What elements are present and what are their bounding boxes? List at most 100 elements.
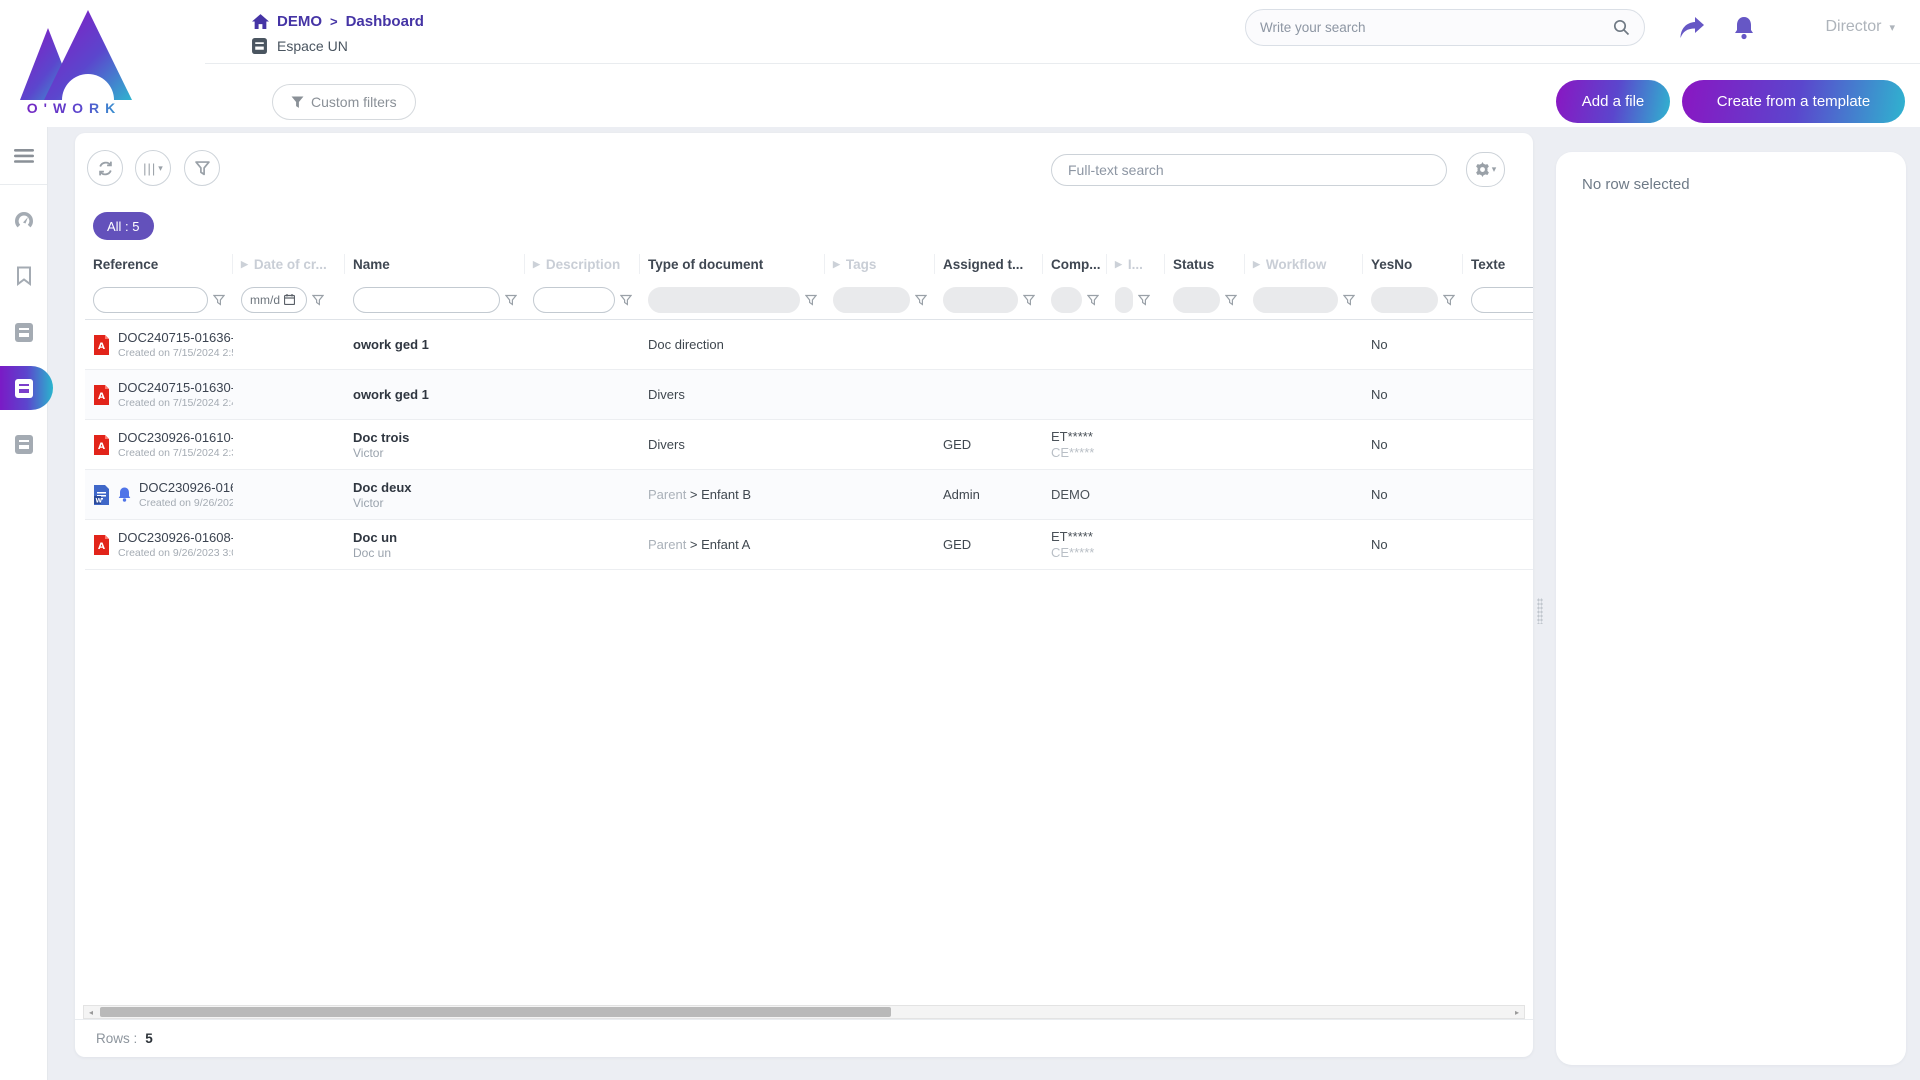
col-header-status[interactable]: Status (1165, 254, 1245, 274)
filter-yesno-input[interactable] (1371, 287, 1438, 313)
filter-description-input[interactable] (533, 287, 615, 313)
add-file-button[interactable]: Add a file (1556, 80, 1670, 123)
sidebar-item-dashboard[interactable] (0, 203, 48, 237)
notifications-button[interactable] (1728, 12, 1760, 44)
expand-column-icon[interactable]: ▶ (833, 259, 840, 270)
col-header-texte[interactable]: Texte (1463, 254, 1533, 274)
scroll-left-icon[interactable]: ◂ (84, 1006, 98, 1018)
columns-button[interactable]: ||| ▾ (135, 150, 171, 186)
doc-subtitle: Doc un (353, 546, 517, 560)
group-tab-all[interactable]: All : 5 (93, 212, 154, 240)
filter-funnel-icon[interactable] (1023, 294, 1035, 306)
home-icon[interactable] (252, 14, 269, 29)
breadcrumb-root[interactable]: DEMO (277, 13, 322, 30)
expand-column-icon[interactable]: ▶ (533, 259, 540, 270)
columns-icon: ||| (143, 161, 156, 176)
filter-funnel-icon[interactable] (1225, 294, 1237, 306)
filter-funnel-icon[interactable] (213, 294, 225, 306)
gauge-icon (13, 210, 35, 230)
col-header-reference[interactable]: Reference (85, 254, 233, 274)
fulltext-search-input[interactable] (1068, 162, 1430, 178)
table-row[interactable]: A W DOC230926-01609-0Created on 9/26/202… (85, 470, 1533, 520)
scroll-right-icon[interactable]: ▸ (1510, 1006, 1524, 1018)
col-header-description[interactable]: ▶Description (525, 254, 640, 274)
filter-status-input[interactable] (1173, 287, 1220, 313)
col-header-date[interactable]: ▶Date of cr... (233, 254, 345, 274)
sidebar-item-library[interactable] (0, 315, 48, 349)
col-header-assigned[interactable]: Assigned t... (935, 254, 1043, 274)
col-header-tags[interactable]: ▶Tags (825, 254, 935, 274)
table-row[interactable]: A W DOC240715-01636-0Created on 7/15/202… (85, 320, 1533, 370)
calendar-icon (284, 294, 295, 305)
global-search-input[interactable] (1260, 20, 1613, 35)
fulltext-search[interactable] (1051, 154, 1447, 186)
doc-type: Doc direction (648, 337, 724, 352)
create-from-template-button[interactable]: Create from a template (1682, 80, 1905, 123)
col-header-i[interactable]: ▶I... (1107, 254, 1165, 274)
doc-yesno: No (1363, 437, 1463, 452)
table-settings-button[interactable]: ▾ (1466, 152, 1505, 187)
filter-date-input[interactable]: mm/d (241, 287, 307, 313)
filter-funnel-icon[interactable] (805, 294, 817, 306)
sidebar-item-bookmarks[interactable] (0, 259, 48, 293)
search-icon[interactable] (1613, 19, 1630, 36)
doc-type-prefix: Parent (648, 487, 690, 502)
sidebar-item-documents-active[interactable] (0, 366, 53, 410)
mountain-logo-icon (14, 8, 134, 100)
global-search[interactable] (1245, 9, 1645, 46)
filter-type-input[interactable] (648, 287, 800, 313)
gear-icon (1475, 162, 1490, 177)
expand-column-icon[interactable]: ▶ (241, 259, 248, 270)
filter-button[interactable] (184, 150, 220, 186)
custom-filters-button[interactable]: Custom filters (272, 84, 416, 120)
doc-created: Created on 7/15/2024 2:37:30 AM (118, 447, 233, 459)
table-row[interactable]: A W DOC240715-01630-0Created on 7/15/202… (85, 370, 1533, 420)
chevron-down-icon: ▾ (1889, 21, 1895, 34)
expand-column-icon[interactable]: ▶ (1115, 259, 1122, 270)
doc-reference: DOC240715-01636-0 (118, 330, 233, 345)
filter-name-input[interactable] (353, 287, 500, 313)
panel-resize-handle[interactable] (1537, 598, 1543, 624)
filter-funnel-icon[interactable] (312, 294, 324, 306)
filter-tags-input[interactable] (833, 287, 910, 313)
breadcrumb-current[interactable]: Dashboard (346, 13, 424, 30)
scrollbar-track[interactable] (98, 1006, 1510, 1018)
filter-funnel-icon[interactable] (915, 294, 927, 306)
doc-name: owork ged 1 (353, 387, 517, 402)
doc-subtitle: Victor (353, 446, 517, 460)
col-header-company[interactable]: Comp... (1043, 254, 1107, 274)
filter-i-input[interactable] (1115, 287, 1133, 313)
doc-company-2: CE***** (1051, 445, 1099, 460)
filter-funnel-icon[interactable] (1087, 294, 1099, 306)
refresh-button[interactable] (87, 150, 123, 186)
horizontal-scrollbar[interactable]: ◂ ▸ (83, 1005, 1525, 1019)
table-row[interactable]: A W DOC230926-01608-0Created on 9/26/202… (85, 520, 1533, 570)
col-header-workflow[interactable]: ▶Workflow (1245, 254, 1363, 274)
col-header-type[interactable]: Type of document (640, 254, 825, 274)
share-button[interactable] (1676, 12, 1708, 44)
detail-panel: No row selected (1556, 152, 1906, 1065)
app-logo[interactable]: O'WORK (14, 8, 134, 118)
filter-texte-input[interactable] (1471, 287, 1533, 313)
filter-funnel-icon[interactable] (1443, 294, 1455, 306)
filter-workflow-input[interactable] (1253, 287, 1338, 313)
user-role-label: Director (1825, 18, 1881, 36)
user-role-menu[interactable]: Director ▾ (1825, 18, 1895, 36)
table-row[interactable]: A W DOC230926-01610-3Created on 7/15/202… (85, 420, 1533, 470)
filter-funnel-icon[interactable] (620, 294, 632, 306)
col-header-yesno[interactable]: YesNo (1363, 254, 1463, 274)
doc-type: Divers (648, 387, 685, 402)
menu-toggle-button[interactable] (0, 139, 47, 173)
filter-assigned-input[interactable] (943, 287, 1018, 313)
filter-funnel-icon[interactable] (505, 294, 517, 306)
sidebar-item-archive[interactable] (0, 427, 48, 461)
filter-funnel-icon[interactable] (1343, 294, 1355, 306)
expand-column-icon[interactable]: ▶ (1253, 259, 1260, 270)
filter-funnel-icon[interactable] (1138, 294, 1150, 306)
svg-text:A: A (98, 542, 105, 552)
col-header-name[interactable]: Name (345, 254, 525, 274)
refresh-icon (97, 160, 114, 177)
filter-reference-input[interactable] (93, 287, 208, 313)
scrollbar-thumb[interactable] (100, 1007, 891, 1017)
filter-company-input[interactable] (1051, 287, 1082, 313)
